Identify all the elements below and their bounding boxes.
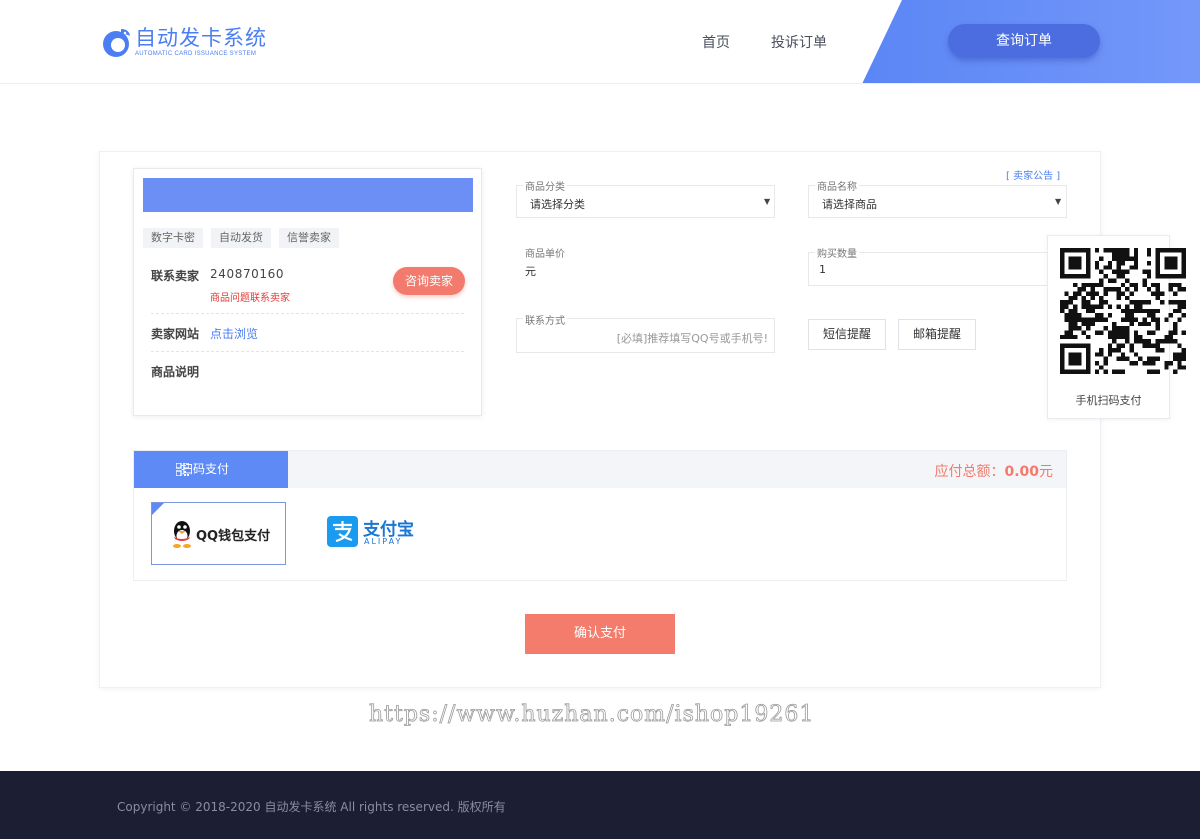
unit-price-label: 商品单价 [525,249,565,260]
copyright-text: Copyright © 2018-2020 自动发卡系统 All rights … [117,800,506,814]
unit-price-value: 元 [525,265,536,278]
total-label: 应付总额： [934,464,1005,480]
tag-auto-delivery: 自动发货 [211,228,271,248]
site-logo[interactable]: 自动发卡系统 AUTOMATIC CARD ISSUANCE SYSTEM [99,22,267,62]
chevron-down-icon: ▼ [1055,197,1062,206]
divider [151,351,464,352]
confirm-payment-button[interactable]: 确认支付 [525,614,675,654]
sms-reminder-button[interactable]: 短信提醒 [808,319,886,350]
tab-scan-pay[interactable]: 扫码支付 [134,451,288,488]
logo-subtitle: AUTOMATIC CARD ISSUANCE SYSTEM [135,51,257,57]
qq-penguin-icon [173,521,191,548]
divider [151,313,464,314]
product-select-value: 请选择商品 [822,198,877,211]
category-label: 商品分类 [523,178,567,193]
category-select-value: 请选择分类 [530,198,585,211]
quantity-value: 1 [819,263,826,276]
watermark-text: https://www.huzhan.com/ishop19261 [369,702,815,728]
seller-website-link[interactable]: 点击浏览 [210,325,258,342]
qr-caption: 手机扫码支付 [1075,394,1142,407]
logo-bird-icon [103,29,130,57]
contact-label: 联系方式 [523,312,567,327]
seller-card: 数字卡密 自动发货 信誉卖家 联系卖家 240870160 商品问题联系卖家 咨… [133,168,482,416]
contact-seller-qq: 240870160 [210,267,285,281]
contact-seller-note: 商品问题联系卖家 [210,293,290,304]
product-label: 商品名称 [815,178,859,193]
total-unit: 元 [1039,464,1053,480]
qq-wallet-pay-option[interactable]: QQ钱包支付 [151,502,286,565]
site-footer: Copyright © 2018-2020 自动发卡系统 All rights … [0,771,1200,839]
contact-placeholder: [必填]推荐填写QQ号或手机号! [616,332,768,345]
tag-trusted-seller: 信誉卖家 [279,228,339,248]
payment-header: 扫码支付 应付总额：0.00元 [134,451,1066,488]
total-value: 0.00 [1004,464,1039,480]
alipay-icon [327,516,358,547]
seller-website-label: 卖家网站 [151,327,200,341]
total-amount: 应付总额：0.00元 [934,461,1053,481]
quantity-label: 购买数量 [815,245,859,260]
qq-wallet-pay-label: QQ钱包支付 [196,529,271,544]
nav-home[interactable]: 首页 [702,32,730,52]
email-reminder-button[interactable]: 邮箱提醒 [898,319,976,350]
query-order-button[interactable]: 查询订单 [948,24,1100,58]
product-description-label: 商品说明 [151,365,200,379]
qr-code-icon [1060,248,1186,374]
qr-payment-box: 手机扫码支付 [1047,235,1186,419]
nav-complaint-order[interactable]: 投诉订单 [771,32,827,52]
qr-scan-icon [176,463,189,476]
consult-seller-button[interactable]: 咨询卖家 [393,267,465,295]
logo-title: 自动发卡系统 [135,26,267,50]
tag-digital-card: 数字卡密 [143,228,203,248]
seller-notice-link[interactable]: [ 卖家公告 ] [1006,167,1060,182]
seller-banner [143,178,473,212]
alipay-sublabel: ALIPAY [364,537,403,546]
site-header: 自动发卡系统 AUTOMATIC CARD ISSUANCE SYSTEM 首页… [0,0,1200,84]
contact-seller-label: 联系卖家 [151,269,200,283]
seller-tags: 数字卡密 自动发货 信誉卖家 [143,228,339,248]
selected-corner-marker [152,503,164,515]
chevron-down-icon: ▼ [764,197,771,206]
